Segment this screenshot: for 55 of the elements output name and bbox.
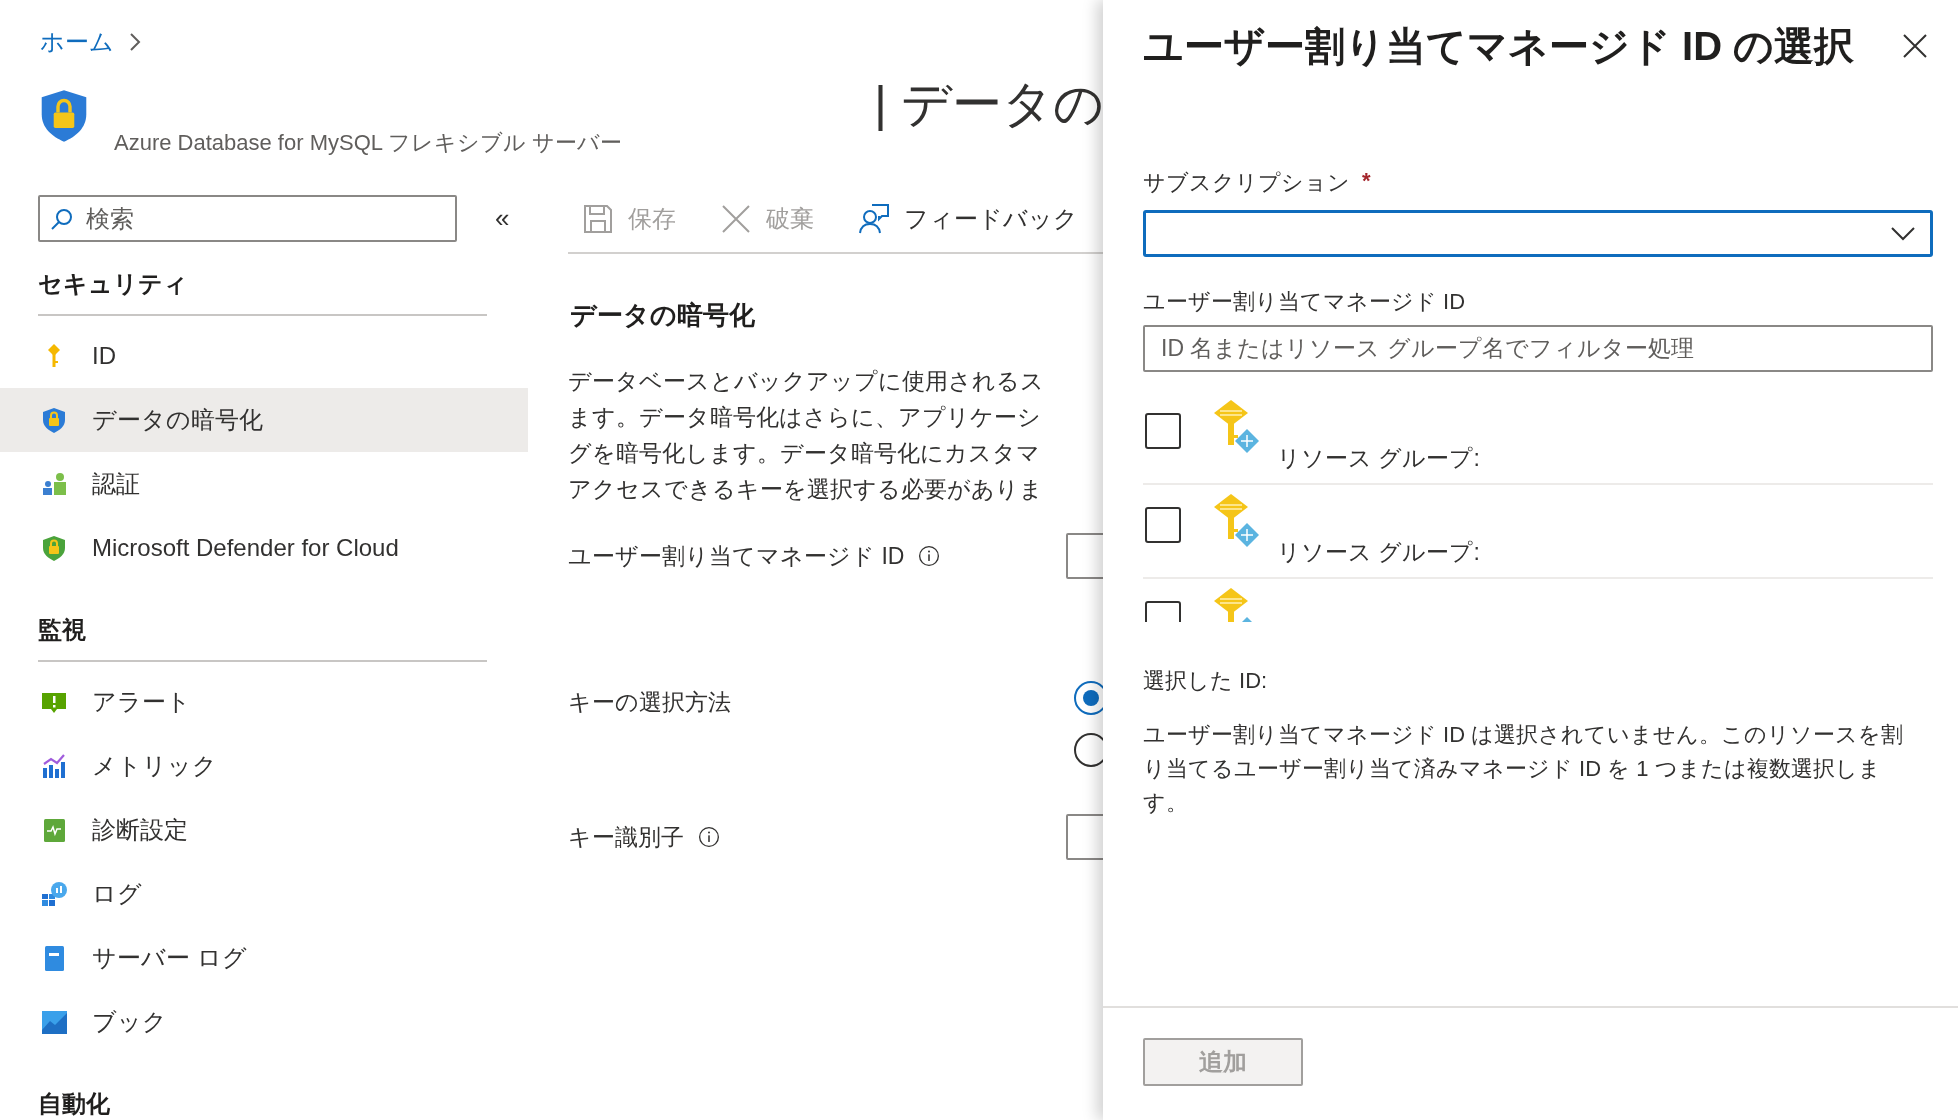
- filter-field[interactable]: ID 名またはリソース グループ名でフィルター処理: [1143, 325, 1933, 372]
- sidebar-item[interactable]: メトリック: [0, 734, 528, 798]
- sidebar-item[interactable]: 診断設定: [0, 798, 528, 862]
- sidebar-item[interactable]: サーバー ログ: [0, 926, 528, 990]
- sidebar-item[interactable]: アラート: [0, 670, 528, 734]
- sidebar-item[interactable]: ID: [0, 324, 528, 388]
- sidebar-item[interactable]: ブック: [0, 990, 528, 1054]
- description-line: データベースとバックアップに使用されるス: [568, 367, 1045, 396]
- info-icon[interactable]: [918, 545, 941, 567]
- subscription-dropdown[interactable]: [1143, 210, 1933, 257]
- feedback-icon: [858, 202, 890, 235]
- page-title: | データの: [874, 75, 1103, 134]
- users-icon: [40, 470, 68, 498]
- search-field[interactable]: 検索: [38, 195, 457, 242]
- close-icon: [720, 202, 752, 235]
- description-line: グを暗号化します。データ暗号化にカスタマ: [568, 439, 1041, 468]
- breadcrumb-link[interactable]: ホーム: [40, 26, 114, 58]
- section-heading: セキュリティ: [38, 269, 189, 299]
- required-mark: *: [1362, 168, 1371, 195]
- chevron-right-icon: [128, 32, 142, 52]
- section-heading: データの暗号化: [570, 299, 756, 332]
- selection-note: ユーザー割り当てマネージド ID は選択されていません。このリソースを割り当てるユーザー割り当て済みマネージド ID を 1 つまたは複数選択します。: [1143, 721, 1905, 817]
- logs-icon: [40, 880, 68, 908]
- sidebar-item[interactable]: ログ: [0, 862, 528, 926]
- collapse-button[interactable]: «: [495, 203, 510, 234]
- field-label: キーの選択方法: [568, 687, 731, 717]
- close-icon[interactable]: [1902, 33, 1928, 59]
- shield-lock-icon: [40, 534, 68, 562]
- checkbox[interactable]: [1145, 413, 1181, 449]
- checkbox[interactable]: [1145, 507, 1181, 543]
- sidebar-item[interactable]: 認証: [0, 452, 528, 516]
- field-label: キー識別子: [568, 822, 684, 852]
- chevron-down-icon: [1890, 225, 1916, 242]
- description-line: アクセスできるキーを選択する必要がありま: [568, 475, 1044, 504]
- resource-group-label: リソース グループ:: [1277, 444, 1481, 473]
- search-icon: [50, 207, 74, 231]
- save-icon: [582, 202, 614, 235]
- sidebar-item[interactable]: Microsoft Defender for Cloud: [0, 516, 528, 580]
- panel-title: ユーザー割り当てマネージド ID の選択: [1143, 22, 1855, 70]
- resource-group-label: リソース グループ:: [1277, 538, 1481, 567]
- workbook-icon: [40, 1008, 68, 1036]
- field-label: サブスクリプション: [1143, 169, 1350, 197]
- shield-lock-icon: [40, 88, 88, 144]
- sidebar-item[interactable]: データの暗号化: [0, 388, 528, 452]
- selected-label: 選択した ID:: [1143, 667, 1269, 695]
- toolbar-button[interactable]: フィードバック: [858, 202, 1078, 235]
- field-label: ユーザー割り当てマネージド ID: [568, 541, 905, 571]
- field-label: ユーザー割り当てマネージド ID: [1143, 288, 1466, 316]
- chart-icon: [40, 752, 68, 780]
- info-icon[interactable]: [698, 826, 720, 848]
- section-heading: 自動化: [38, 1089, 111, 1119]
- resource-type: Azure Database for MySQL フレキシブル サーバー: [114, 129, 624, 157]
- description-line: ます。データ暗号化はさらに、アプリケーシ: [568, 403, 1042, 432]
- section-heading: 監視: [38, 615, 87, 645]
- shield-lock-icon: [40, 406, 68, 434]
